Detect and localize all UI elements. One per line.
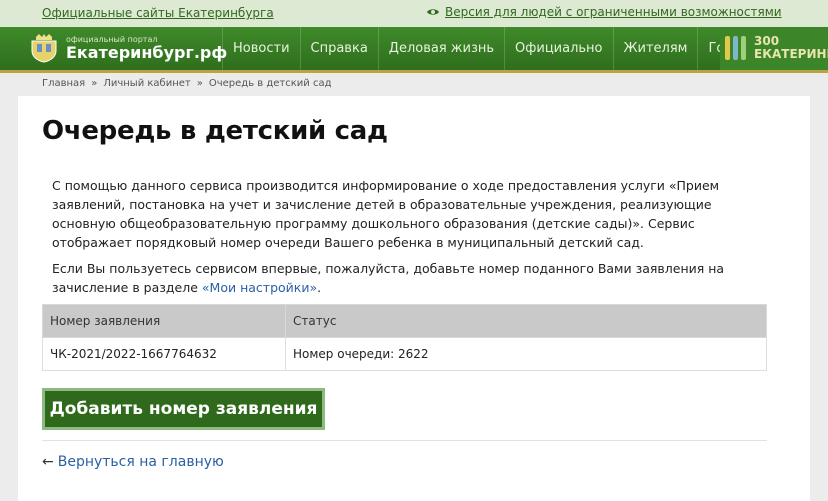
divider [42, 440, 767, 441]
anniversary-banner-text: 300 ЕКАТЕРИНБУ [754, 35, 828, 61]
anniversary-logo-icon [725, 36, 746, 60]
add-application-number-button[interactable]: Добавить номер заявления [42, 388, 325, 430]
breadcrumb-separator: » [196, 78, 203, 89]
menu-item-residents[interactable]: Жителям [614, 27, 699, 70]
menu-item-help[interactable]: Справка [301, 27, 379, 70]
menu-item-official[interactable]: Официально [505, 27, 614, 70]
breadcrumb: Главная » Личный кабинет » Очередь в детский… [42, 78, 331, 89]
menu-item-news[interactable]: Новости [222, 27, 301, 70]
accessibility-version-link[interactable]: Версия для людей с ограниченными возможн… [426, 5, 782, 19]
table-header-row: Номер заявления Статус [42, 304, 767, 338]
breadcrumb-account[interactable]: Личный кабинет [103, 78, 190, 89]
breadcrumb-home[interactable]: Главная [42, 78, 85, 89]
top-utility-bar: Официальные сайты Екатеринбурга Версия д… [0, 0, 828, 27]
city-crest-icon [31, 34, 57, 63]
column-header-application-number: Номер заявления [42, 304, 286, 338]
back-to-home-label: Вернуться на главную [57, 454, 224, 470]
breadcrumb-separator: » [91, 78, 98, 89]
accessibility-version-label: Версия для людей с ограниченными возможн… [445, 5, 782, 19]
back-to-home-link[interactable]: ← Вернуться на главную [42, 454, 224, 470]
add-application-number-label: Добавить номер заявления [45, 391, 322, 427]
first-use-note-end: . [317, 280, 322, 295]
eye-icon [427, 9, 439, 15]
table-row: ЧК-2021/2022-1667764632 Номер очереди: 2… [42, 337, 767, 371]
first-use-note-text: Если Вы пользуетесь сервисом впервые, по… [52, 261, 725, 295]
applications-table: Номер заявления Статус ЧК-2021/2022-1667… [42, 304, 767, 371]
breadcrumb-current: Очередь в детский сад [208, 78, 332, 89]
column-header-status: Статус [285, 304, 767, 338]
menu-item-business[interactable]: Деловая жизнь [379, 27, 506, 70]
service-description: С помощью данного сервиса производится и… [52, 178, 720, 250]
application-number-cell: ЧК-2021/2022-1667764632 [42, 337, 286, 371]
page-title: Очередь в детский сад [42, 116, 388, 146]
left-arrow-icon: ← [42, 454, 54, 470]
portal-logo[interactable]: официальный портал Екатеринбург.рф [28, 33, 227, 63]
anniversary-banner[interactable]: 300 ЕКАТЕРИНБУ [720, 27, 828, 70]
portal-name: Екатеринбург.рф [66, 42, 228, 62]
first-use-note: Если Вы пользуетесь сервисом впервые, по… [52, 259, 762, 297]
main-navigation: официальный портал Екатеринбург.рф Новос… [0, 27, 828, 73]
anniversary-city: ЕКАТЕРИНБУ [754, 47, 828, 61]
official-sites-link[interactable]: Официальные сайты Екатеринбурга [42, 6, 274, 20]
status-cell: Номер очереди: 2622 [285, 337, 767, 371]
main-menu: Новости Справка Деловая жизнь Официально… [222, 27, 767, 70]
my-settings-link[interactable]: «Мои настройки» [202, 280, 317, 295]
